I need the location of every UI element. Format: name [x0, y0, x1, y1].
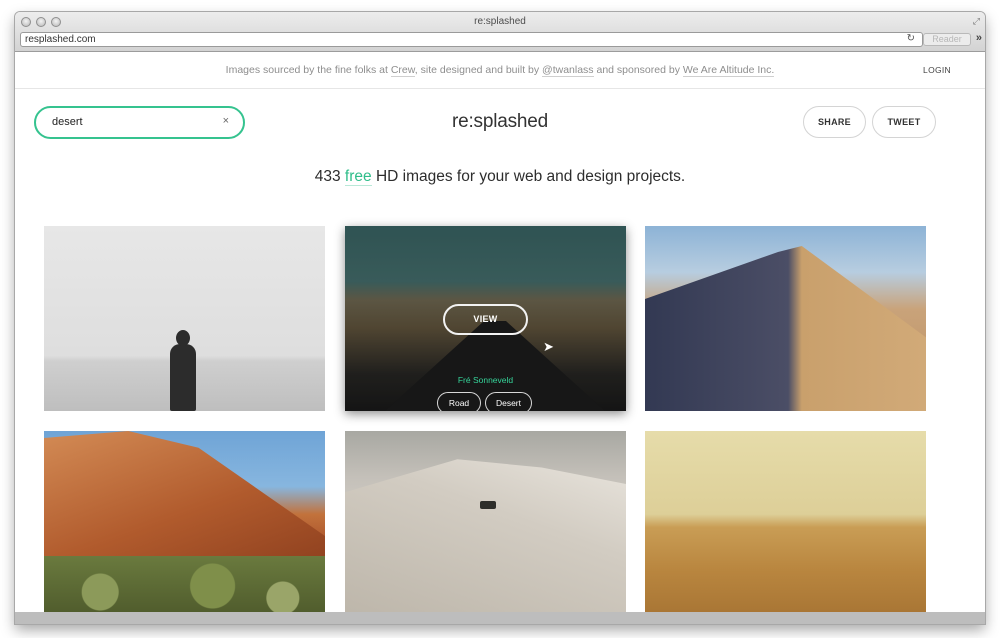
reload-icon[interactable]: ↻ [907, 33, 915, 44]
crew-link[interactable]: Crew [390, 64, 415, 77]
more-icon[interactable]: » [976, 32, 982, 44]
rock-shape [44, 431, 325, 571]
shrub-shape [44, 556, 325, 616]
tag-desert[interactable]: Desert [485, 392, 532, 411]
browser-bottom-bar [15, 612, 985, 624]
address-bar[interactable]: resplashed.com [20, 32, 923, 47]
dune-ridge-shape [345, 459, 626, 616]
reader-button[interactable]: Reader [923, 33, 971, 46]
image-tile-dunes-jeep[interactable] [345, 431, 626, 616]
fullscreen-icon[interactable]: ⤢ [973, 16, 980, 27]
pointer-cursor-icon: ➤ [543, 339, 554, 354]
browser-chrome: re:splashed ⤢ resplashed.com ↻ Reader » [15, 12, 985, 52]
logo-bold: re [451, 111, 469, 132]
image-tile-red-rock[interactable] [44, 431, 325, 616]
image-tile-road-hovered[interactable]: VIEW ➤ Fré Sonneveld Road Desert [345, 226, 626, 411]
login-link[interactable]: LOGIN [923, 65, 951, 75]
guitarist-silhouette [170, 330, 196, 411]
credit-middle: , site designed and built by [414, 64, 543, 76]
image-count: 433 [314, 168, 341, 185]
image-tile-dune-ridge[interactable] [645, 226, 926, 411]
tag-road[interactable]: Road [437, 392, 481, 411]
image-tile-guitarist[interactable] [44, 226, 325, 411]
image-tile-sand-horizon[interactable] [645, 431, 926, 616]
credit-suffix: and sponsored by [593, 64, 683, 76]
credit-bar: Images sourced by the fine folks at Crew… [15, 52, 985, 89]
credit-text: Images sourced by the fine folks at Crew… [15, 64, 985, 77]
tagline: 433 free HD images for your web and desi… [0, 168, 1000, 186]
logo-rest: :splashed [468, 111, 549, 132]
free-highlight: free [344, 168, 372, 186]
window-title: re:splashed [474, 16, 526, 27]
jeep-shape [480, 501, 496, 509]
share-button[interactable]: SHARE [803, 106, 866, 138]
credit-prefix: Images sourced by the fine folks at [225, 64, 391, 76]
designer-link[interactable]: @twanlass [542, 64, 594, 77]
view-button[interactable]: VIEW [443, 304, 528, 335]
photographer-link[interactable]: Fré Sonneveld [345, 375, 626, 385]
dune-shape [645, 246, 926, 411]
tweet-button[interactable]: TWEET [872, 106, 936, 138]
tagline-rest: HD images for your web and design projec… [375, 168, 686, 185]
sponsor-link[interactable]: We Are Altitude Inc. [682, 64, 775, 77]
